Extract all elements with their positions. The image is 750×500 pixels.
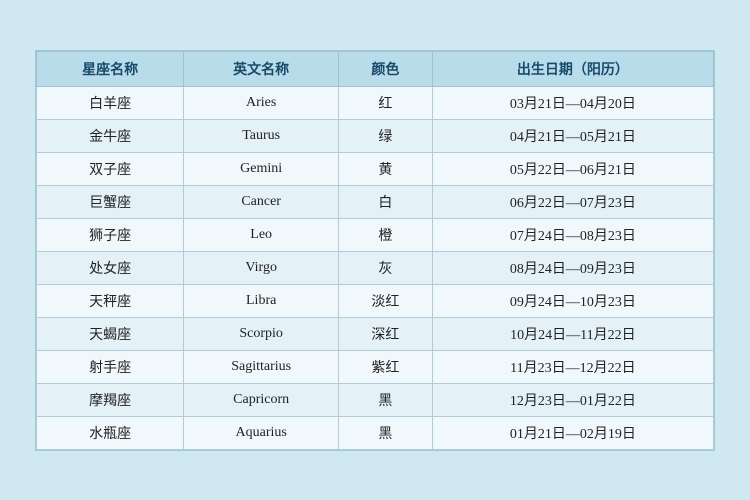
cell-r10-c3: 01月21日—02月19日 [432,416,713,449]
table-body: 白羊座Aries红03月21日—04月20日金牛座Taurus绿04月21日—0… [37,86,714,449]
cell-r3-c3: 06月22日—07月23日 [432,185,713,218]
zodiac-table: 星座名称英文名称颜色出生日期（阳历） 白羊座Aries红03月21日—04月20… [36,51,714,450]
cell-r2-c0: 双子座 [37,152,184,185]
cell-r1-c3: 04月21日—05月21日 [432,119,713,152]
column-header-0: 星座名称 [37,51,184,86]
cell-r5-c2: 灰 [339,251,433,284]
column-header-1: 英文名称 [184,51,339,86]
cell-r4-c1: Leo [184,218,339,251]
table-row: 天秤座Libra淡红09月24日—10月23日 [37,284,714,317]
cell-r7-c0: 天蝎座 [37,317,184,350]
table-row: 双子座Gemini黄05月22日—06月21日 [37,152,714,185]
cell-r8-c2: 紫红 [339,350,433,383]
cell-r5-c1: Virgo [184,251,339,284]
cell-r8-c3: 11月23日—12月22日 [432,350,713,383]
cell-r8-c0: 射手座 [37,350,184,383]
cell-r9-c1: Capricorn [184,383,339,416]
table-row: 摩羯座Capricorn黑12月23日—01月22日 [37,383,714,416]
cell-r7-c2: 深红 [339,317,433,350]
cell-r0-c2: 红 [339,86,433,119]
column-header-2: 颜色 [339,51,433,86]
cell-r5-c0: 处女座 [37,251,184,284]
cell-r10-c2: 黑 [339,416,433,449]
table-row: 射手座Sagittarius紫红11月23日—12月22日 [37,350,714,383]
column-header-3: 出生日期（阳历） [432,51,713,86]
cell-r1-c1: Taurus [184,119,339,152]
cell-r3-c1: Cancer [184,185,339,218]
cell-r0-c1: Aries [184,86,339,119]
table-row: 金牛座Taurus绿04月21日—05月21日 [37,119,714,152]
zodiac-table-container: 星座名称英文名称颜色出生日期（阳历） 白羊座Aries红03月21日—04月20… [35,50,715,451]
cell-r4-c2: 橙 [339,218,433,251]
cell-r9-c2: 黑 [339,383,433,416]
cell-r10-c0: 水瓶座 [37,416,184,449]
cell-r1-c2: 绿 [339,119,433,152]
cell-r6-c0: 天秤座 [37,284,184,317]
cell-r5-c3: 08月24日—09月23日 [432,251,713,284]
cell-r6-c1: Libra [184,284,339,317]
cell-r6-c3: 09月24日—10月23日 [432,284,713,317]
cell-r3-c0: 巨蟹座 [37,185,184,218]
cell-r4-c0: 狮子座 [37,218,184,251]
cell-r0-c0: 白羊座 [37,86,184,119]
cell-r4-c3: 07月24日—08月23日 [432,218,713,251]
table-row: 水瓶座Aquarius黑01月21日—02月19日 [37,416,714,449]
table-row: 天蝎座Scorpio深红10月24日—11月22日 [37,317,714,350]
cell-r9-c0: 摩羯座 [37,383,184,416]
table-header-row: 星座名称英文名称颜色出生日期（阳历） [37,51,714,86]
cell-r7-c3: 10月24日—11月22日 [432,317,713,350]
cell-r9-c3: 12月23日—01月22日 [432,383,713,416]
cell-r1-c0: 金牛座 [37,119,184,152]
cell-r0-c3: 03月21日—04月20日 [432,86,713,119]
table-row: 狮子座Leo橙07月24日—08月23日 [37,218,714,251]
cell-r2-c3: 05月22日—06月21日 [432,152,713,185]
cell-r3-c2: 白 [339,185,433,218]
cell-r7-c1: Scorpio [184,317,339,350]
table-row: 白羊座Aries红03月21日—04月20日 [37,86,714,119]
cell-r10-c1: Aquarius [184,416,339,449]
cell-r8-c1: Sagittarius [184,350,339,383]
table-row: 巨蟹座Cancer白06月22日—07月23日 [37,185,714,218]
cell-r6-c2: 淡红 [339,284,433,317]
table-row: 处女座Virgo灰08月24日—09月23日 [37,251,714,284]
cell-r2-c2: 黄 [339,152,433,185]
cell-r2-c1: Gemini [184,152,339,185]
